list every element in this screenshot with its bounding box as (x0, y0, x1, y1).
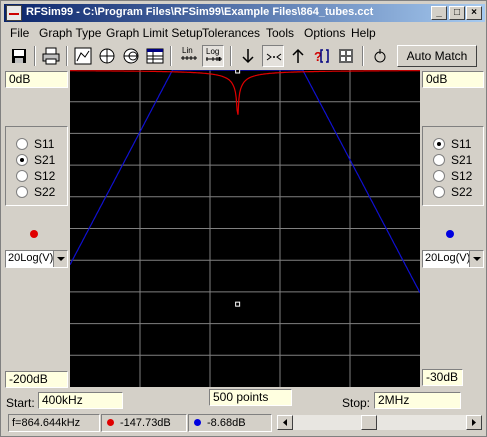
polar-icon[interactable] (96, 45, 118, 67)
right-scale-value: 20Log(V) (425, 252, 471, 264)
menu-graph-limit-setup[interactable]: Graph Limit Setup (106, 26, 203, 40)
arrow-down-icon[interactable] (237, 45, 259, 67)
right-axis-bottom-field[interactable]: -30dB (422, 369, 463, 386)
left-radio-s11[interactable]: S11 (16, 137, 66, 151)
log-icon[interactable]: Log (202, 45, 224, 67)
status-bar: f=864.644kHz -147.73dB -8.68dB (4, 413, 485, 433)
title-bar[interactable]: RFSim99 - C:\Program Files\RFSim99\Examp… (4, 4, 485, 22)
stop-frequency-field[interactable]: 2MHz (374, 392, 461, 409)
toolbar-separator (230, 46, 232, 66)
graph-svg[interactable] (69, 68, 421, 387)
left-radio-s21[interactable]: S21 (16, 153, 66, 167)
print-icon[interactable] (40, 45, 62, 67)
start-label: Start: (6, 396, 35, 410)
left-radio-s22[interactable]: S22 (16, 185, 66, 199)
auto-match-button[interactable]: Auto Match (397, 45, 477, 67)
chevron-down-icon[interactable] (53, 251, 67, 267)
status-red-value: -147.73dB (120, 417, 171, 429)
component-icon[interactable] (335, 45, 357, 67)
lin-icon[interactable]: Lin (178, 45, 200, 67)
table-icon[interactable] (144, 45, 166, 67)
status-blue-value: -8.68dB (207, 417, 246, 429)
left-axis-bottom-field[interactable]: -200dB (5, 371, 68, 388)
toolbar: Lin Log ? Auto Match (4, 44, 485, 70)
minimize-button[interactable]: _ (431, 6, 447, 20)
help-icon[interactable]: ? (311, 45, 333, 67)
toolbar-separator (170, 46, 172, 66)
menu-help[interactable]: Help (351, 26, 376, 40)
right-trace-color-dot (446, 230, 454, 238)
left-trace-color-dot (30, 230, 38, 238)
left-axis-top-field[interactable]: 0dB (5, 71, 68, 88)
toolbar-separator (34, 46, 36, 66)
menu-options[interactable]: Options (304, 26, 345, 40)
points-field[interactable]: 500 points (209, 389, 292, 406)
scroll-right-button[interactable] (466, 415, 482, 430)
right-radio-s11[interactable]: S11 (433, 137, 483, 151)
blue-trace-line (69, 69, 421, 293)
app-window: RFSim99 - C:\Program Files\RFSim99\Examp… (0, 0, 487, 437)
status-blue-trace: -8.68dB (188, 414, 272, 432)
toolbar-separator (362, 46, 364, 66)
scroll-left-button[interactable] (277, 415, 293, 430)
right-radio-s12[interactable]: S12 (433, 169, 483, 183)
blue-dot-icon (194, 419, 201, 426)
menu-graph-type[interactable]: Graph Type (39, 26, 101, 40)
left-scale-value: 20Log(V) (8, 252, 54, 264)
menu-tolerances[interactable]: Tolerances (202, 26, 260, 40)
red-marker (235, 301, 241, 307)
start-frequency-field[interactable]: 400kHz (38, 392, 123, 409)
rect-graph-icon[interactable] (72, 45, 94, 67)
maximize-button[interactable]: □ (449, 6, 465, 20)
menu-tools[interactable]: Tools (266, 26, 294, 40)
blue-marker (235, 68, 241, 74)
right-radio-s22[interactable]: S22 (433, 185, 483, 199)
right-axis-top-field[interactable]: 0dB (422, 71, 484, 88)
left-param-group: S11 S21 S12 S22 (5, 126, 68, 206)
status-frequency: f=864.644kHz (8, 414, 100, 432)
arrow-up-icon[interactable] (287, 45, 309, 67)
menu-file[interactable]: File (10, 26, 29, 40)
zoom-in-icon[interactable] (262, 45, 284, 67)
menu-bar: File Graph Type Graph Limit Setup Tolera… (4, 24, 485, 42)
app-icon[interactable] (6, 5, 22, 21)
right-param-group: S11 S21 S12 S22 (422, 126, 484, 206)
close-button[interactable]: × (466, 6, 482, 20)
window-title: RFSim99 - C:\Program Files\RFSim99\Examp… (26, 6, 374, 18)
marker-icon[interactable] (369, 45, 391, 67)
right-radio-s21[interactable]: S21 (433, 153, 483, 167)
left-radio-s12[interactable]: S12 (16, 169, 66, 183)
red-trace-line (70, 70, 420, 115)
stop-label: Stop: (342, 396, 371, 410)
status-red-trace: -147.73dB (101, 414, 187, 432)
save-icon[interactable] (8, 45, 30, 67)
red-dot-icon (107, 419, 114, 426)
toolbar-separator (66, 46, 68, 66)
smith-chart-icon[interactable] (120, 45, 142, 67)
horizontal-scrollbar[interactable] (276, 414, 483, 431)
right-scale-dropdown[interactable]: 20Log(V) (422, 250, 484, 268)
graph-area[interactable] (69, 68, 421, 387)
left-scale-dropdown[interactable]: 20Log(V) (5, 250, 68, 268)
scroll-thumb[interactable] (361, 415, 377, 430)
chevron-down-icon[interactable] (469, 251, 483, 267)
